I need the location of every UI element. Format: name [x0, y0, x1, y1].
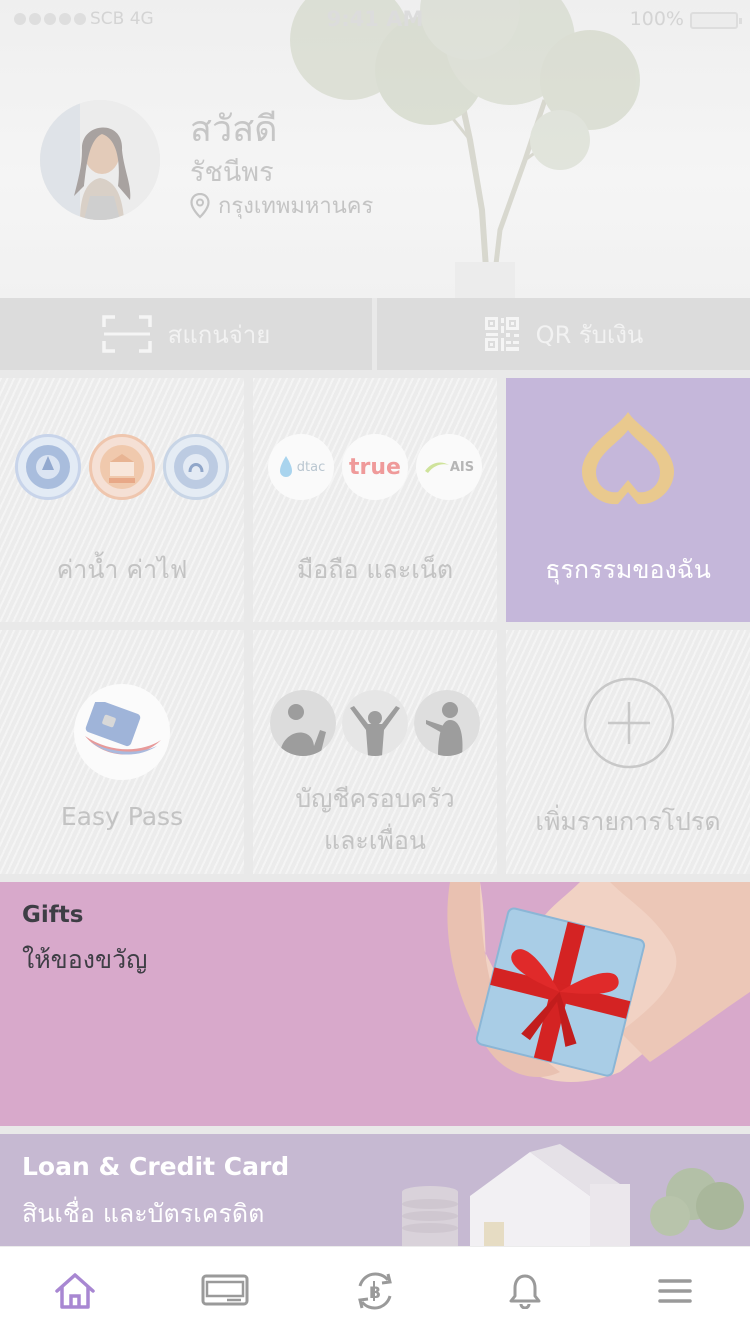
user-name: รัชนีพร — [190, 157, 274, 188]
home-icon — [55, 1272, 95, 1309]
profile-photo — [40, 100, 160, 220]
qr-receive-label: QR รับเงิน — [535, 320, 644, 349]
qr-code-icon — [484, 317, 519, 351]
avatar[interactable] — [40, 100, 160, 220]
tab-transfer[interactable]: B — [335, 1251, 415, 1331]
transfer-baht-icon: B — [358, 1272, 392, 1309]
gifts-banner[interactable]: Gifts ให้ของขวัญ — [0, 882, 750, 1126]
scan-pay-label: สแกนจ่าย — [167, 320, 271, 349]
tab-cards[interactable] — [185, 1251, 265, 1331]
scan-frame-icon — [101, 315, 152, 353]
tile-label: บัญชีครอบครัว และเพื่อน — [253, 778, 497, 862]
water-authority-logo-icon — [15, 434, 81, 500]
tile-my-transactions[interactable]: ธุรกรรมของฉัน — [506, 378, 750, 622]
tile-utility-bills[interactable]: ค่าน้ำ ค่าไฟ — [0, 378, 244, 622]
tile-label-line-2: และเพื่อน — [324, 826, 426, 855]
utility-logos — [0, 434, 244, 500]
status-bar: SCB 4G 9:41 AM 100% — [0, 0, 750, 40]
bell-icon — [509, 1274, 541, 1309]
people-photo-icon — [342, 690, 408, 756]
true-logo-icon: true — [342, 434, 408, 500]
family-friends-icon — [253, 690, 497, 756]
tile-label: ค่าน้ำ ค่าไฟ — [56, 555, 188, 584]
scan-pay-button[interactable]: สแกนจ่าย — [0, 298, 372, 370]
loan-title: Loan & Credit Card — [22, 1152, 290, 1181]
dtac-logo-icon: dtac — [268, 434, 334, 500]
house-coins-image — [402, 1144, 744, 1246]
tile-label: เพิ่มรายการโปรด — [535, 807, 721, 836]
tile-mobile-internet[interactable]: dtac true AIS มือถือ และเน็ต — [253, 378, 497, 622]
people-photo-icon — [270, 690, 336, 756]
tile-label: ธุรกรรมของฉัน — [545, 555, 711, 584]
greeting-text: สวัสดี — [190, 109, 278, 150]
gifts-subtitle: ให้ของขวัญ — [22, 945, 148, 974]
scb-logo-icon — [581, 412, 675, 505]
battery-icon — [690, 12, 742, 29]
tile-label-line-1: บัญชีครอบครัว — [295, 784, 455, 813]
menu-icon — [658, 1278, 692, 1303]
bottom-tab-bar: B — [0, 1246, 750, 1334]
tile-label: มือถือ และเน็ต — [296, 555, 454, 584]
tile-easy-pass[interactable]: Easy Pass — [0, 630, 244, 874]
loan-credit-card-banner[interactable]: Loan & Credit Card สินเชื่อ และบัตรเครดิ… — [0, 1134, 750, 1246]
easy-pass-icon — [74, 684, 170, 780]
quick-action-bar: สแกนจ่าย QR รับเงิน — [0, 298, 750, 370]
header: SCB 4G 9:41 AM 100% สวัสดี รัชนีพร กรุงเ… — [0, 0, 750, 298]
qr-receive-button[interactable]: QR รับเงิน — [377, 298, 750, 370]
tab-notifications[interactable] — [485, 1251, 565, 1331]
gift-box-image — [447, 882, 750, 1082]
gifts-title: Gifts — [22, 902, 84, 928]
tab-home[interactable] — [35, 1251, 115, 1331]
tile-label: Easy Pass — [60, 802, 184, 831]
user-location: กรุงเทพมหานคร — [190, 188, 373, 223]
plus-icon — [583, 677, 675, 769]
ais-logo-icon: AIS — [416, 434, 482, 500]
telco-logos: dtac true AIS — [253, 434, 497, 500]
location-pin-icon — [190, 192, 210, 219]
metropolitan-water-logo-icon — [163, 434, 229, 500]
tile-family-friends-accounts[interactable]: บัญชีครอบครัว และเพื่อน — [253, 630, 497, 874]
location-label: กรุงเทพมหานคร — [218, 194, 374, 219]
battery-percentage: 100% — [629, 8, 684, 30]
loan-subtitle: สินเชื่อ และบัตรเครดิต — [22, 1199, 265, 1228]
electricity-authority-logo-icon — [89, 434, 155, 500]
card-icon — [201, 1274, 249, 1305]
tile-add-favorite[interactable]: เพิ่มรายการโปรด — [506, 630, 750, 874]
people-photo-icon — [414, 690, 480, 756]
tab-menu[interactable] — [635, 1251, 715, 1331]
